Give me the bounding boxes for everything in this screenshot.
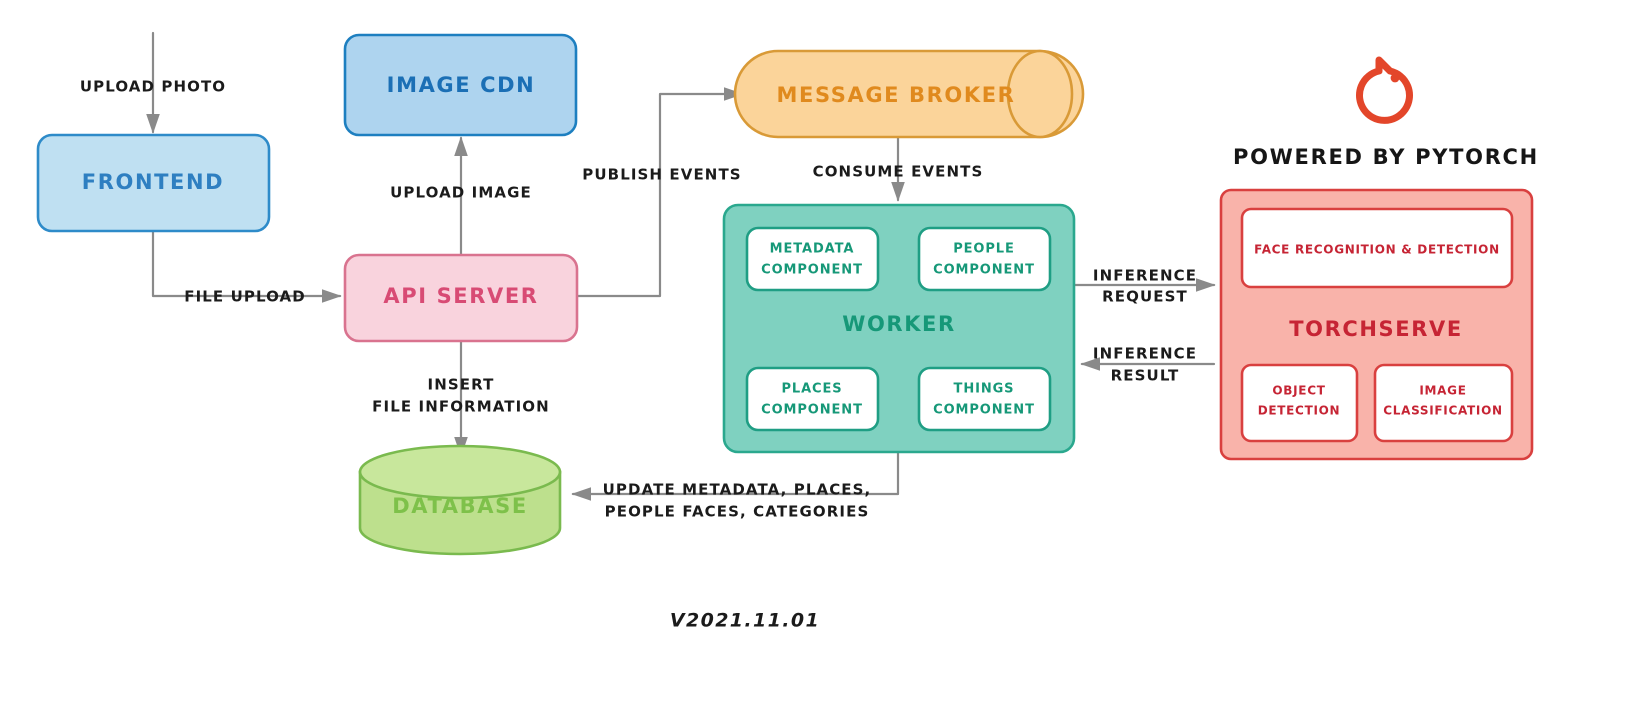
edge-label-inference-result-line2: RESULT [1111,367,1180,385]
things-component-label-line2: COMPONENT [933,403,1035,418]
edge-label-inference-request-line2: REQUEST [1102,288,1188,306]
things-component-box[interactable] [917,366,1052,432]
edge-label-upload-image: UPLOAD IMAGE [390,184,532,202]
version-label: V2021.11.01 [670,610,820,632]
edge-label-publish-events: PUBLISH EVENTS [582,166,741,184]
pytorch-flame-icon [1356,56,1413,124]
node-worker[interactable]: WORKER METADATA COMPONENT PEOPLE COMPONE… [722,203,1076,454]
metadata-component-label-line2: COMPONENT [761,263,863,278]
edge-label-consume-events: CONSUME EVENTS [813,163,984,181]
node-api-server[interactable]: API SERVER [343,253,579,343]
node-database[interactable]: DATABASE [358,444,562,556]
places-component-box[interactable] [745,366,880,432]
people-component-box[interactable] [917,226,1052,292]
database-top-ellipse [358,444,562,500]
edge-label-file-upload: FILE UPLOAD [184,288,306,306]
node-message-broker[interactable]: MESSAGE BROKER [733,49,1085,139]
node-frontend[interactable]: FRONTEND [36,133,271,233]
places-component-label-line2: COMPONENT [761,403,863,418]
torchserve-label: TORCHSERVE [1289,317,1463,341]
message-broker-label: MESSAGE BROKER [777,83,1016,107]
edge-label-update-database-line1: UPDATE METADATA, PLACES, [603,481,872,499]
places-component-label-line1: PLACES [781,382,842,397]
powered-by-pytorch-label: POWERED BY PYTORCH [1233,145,1539,169]
pytorch-flame-dot [1390,73,1400,83]
image-classification-label-line2: CLASSIFICATION [1383,404,1502,418]
metadata-component-label-line1: METADATA [770,242,855,257]
worker-component-people[interactable]: PEOPLE COMPONENT [917,226,1052,292]
object-detection-label-line1: OBJECT [1272,384,1325,398]
database-label: DATABASE [392,494,528,518]
metadata-component-box[interactable] [745,226,880,292]
architecture-diagram: FRONTEND IMAGE CDN API SERVER MESSAGE BR… [0,0,1637,720]
edge-label-insert-file-info-line1: INSERT [428,376,495,394]
pytorch-flame-ring [1356,56,1413,124]
worker-component-metadata[interactable]: METADATA COMPONENT [745,226,880,292]
edge-label-insert-file-info-line2: FILE INFORMATION [372,398,550,416]
frontend-label: FRONTEND [82,170,224,194]
worker-label: WORKER [842,312,956,336]
worker-component-places[interactable]: PLACES COMPONENT [745,366,880,432]
image-cdn-label: IMAGE CDN [387,73,536,97]
object-detection-label-line2: DETECTION [1258,404,1341,418]
face-recognition-label: FACE RECOGNITION & DETECTION [1254,243,1500,257]
edge-label-update-database-line2: PEOPLE FACES, CATEGORIES [605,503,870,521]
node-torchserve[interactable]: TORCHSERVE FACE RECOGNITION & DETECTION … [1219,188,1534,461]
image-classification-label-line1: IMAGE [1419,384,1466,398]
people-component-label-line1: PEOPLE [953,242,1015,257]
pytorch-brand: POWERED BY PYTORCH [1233,56,1539,169]
edge-label-inference-request-line1: INFERENCE [1093,267,1197,285]
edge-label-upload-photo: UPLOAD PHOTO [80,78,226,96]
torchserve-component-image-classification[interactable]: IMAGE CLASSIFICATION [1373,363,1514,443]
torchserve-component-face-recognition[interactable]: FACE RECOGNITION & DETECTION [1240,207,1514,289]
node-image-cdn[interactable]: IMAGE CDN [343,33,578,137]
things-component-label-line1: THINGS [954,382,1015,397]
edge-file-upload-line [151,229,342,303]
torchserve-component-object-detection[interactable]: OBJECT DETECTION [1240,363,1359,443]
people-component-label-line2: COMPONENT [933,263,1035,278]
edge-label-inference-result-line1: INFERENCE [1093,345,1197,363]
edge-publish-events-line [576,87,744,298]
message-broker-cap [1006,49,1074,139]
worker-component-things[interactable]: THINGS COMPONENT [917,366,1052,432]
api-server-label: API SERVER [383,284,538,308]
architecture-diagram-canvas: FRONTEND IMAGE CDN API SERVER MESSAGE BR… [36,31,1539,632]
